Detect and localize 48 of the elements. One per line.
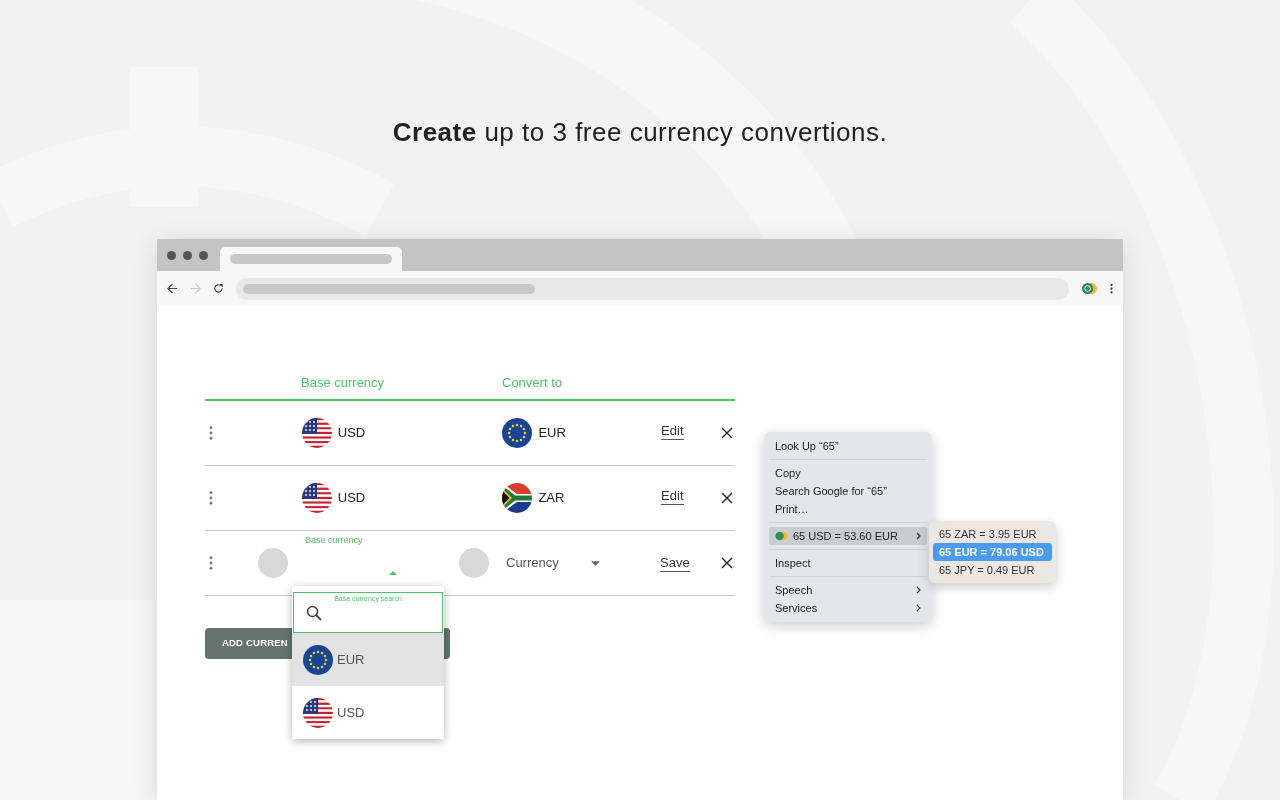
- caret-up-icon: [389, 571, 397, 575]
- menu-item[interactable]: Speech: [769, 581, 927, 599]
- back-arrow-icon[interactable]: [167, 283, 178, 294]
- menu-item[interactable]: Look Up “65”: [769, 437, 927, 455]
- search-icon: [306, 604, 322, 621]
- currency-code: ZAR: [538, 489, 565, 508]
- currency-code: USD: [337, 424, 366, 443]
- drag-handle-icon[interactable]: [209, 426, 213, 440]
- submenu-item[interactable]: 65 ZAR = 3.95 EUR: [933, 525, 1052, 543]
- currency-select[interactable]: Currency: [501, 553, 601, 573]
- caret-down-icon: [591, 560, 600, 566]
- menu-item[interactable]: Services: [769, 599, 927, 617]
- menu-item[interactable]: Print…: [769, 500, 927, 518]
- flag-icon: [502, 483, 533, 513]
- flag-icon: [502, 418, 533, 448]
- currency-option[interactable]: USD: [292, 686, 444, 739]
- headline: Create up to 3 free currency convertions.: [392, 116, 888, 149]
- menu-item[interactable]: 65 USD = 53.60 EUR: [769, 527, 927, 545]
- close-icon[interactable]: [721, 492, 733, 504]
- currency-code: EUR: [538, 424, 566, 443]
- currency-option[interactable]: EUR: [292, 633, 444, 686]
- currency-code: USD: [337, 489, 366, 508]
- empty-flag-placeholder: [258, 548, 288, 578]
- flag-icon: [303, 697, 333, 728]
- edit-link[interactable]: Edit: [661, 488, 684, 505]
- menu-item[interactable]: Search Google for “65”: [769, 482, 927, 500]
- menu-item[interactable]: Inspect: [769, 554, 927, 572]
- edit-link[interactable]: Edit: [661, 423, 684, 440]
- submenu-item[interactable]: 65 JPY = 0.49 EUR: [933, 561, 1052, 579]
- flag-icon: [301, 483, 332, 513]
- menu-item[interactable]: Copy: [769, 464, 927, 482]
- close-icon[interactable]: [721, 557, 733, 569]
- coin-icon: [775, 531, 788, 541]
- column-header: Convert to: [502, 373, 562, 392]
- save-link[interactable]: Save: [660, 554, 690, 572]
- chevron-right-icon: [916, 604, 921, 612]
- flag-icon: [301, 418, 332, 448]
- flag-icon: [303, 644, 333, 675]
- column-header: Base currency: [301, 373, 386, 392]
- close-icon[interactable]: [721, 427, 733, 439]
- kebab-menu-icon[interactable]: [1110, 283, 1113, 294]
- reload-icon[interactable]: [213, 283, 224, 294]
- drag-handle-icon[interactable]: [209, 556, 213, 570]
- chevron-right-icon: [916, 532, 921, 540]
- coin-icon[interactable]: [1081, 282, 1098, 295]
- empty-flag-placeholder: [459, 548, 489, 578]
- chevron-right-icon: [916, 586, 921, 594]
- drag-handle-icon[interactable]: [209, 491, 213, 505]
